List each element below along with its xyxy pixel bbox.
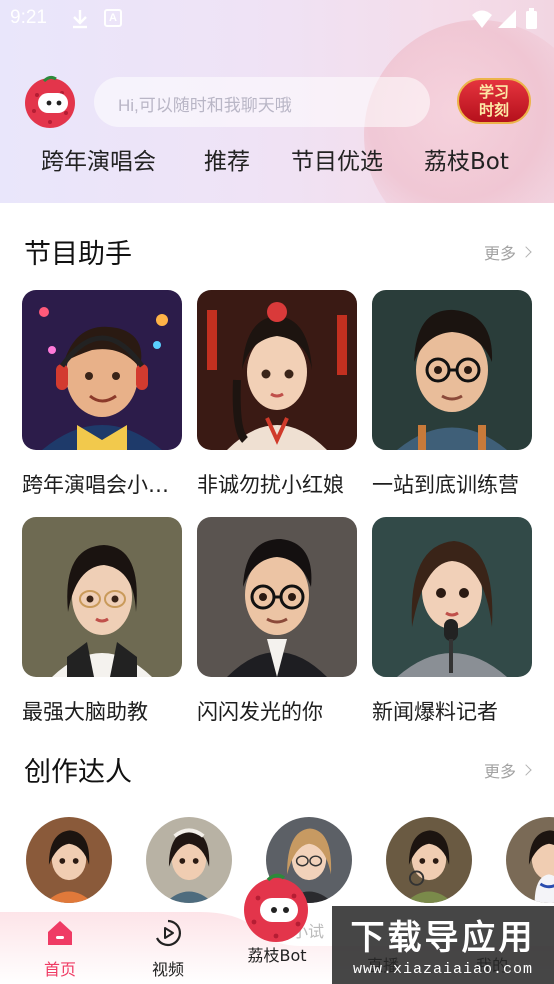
video-play-icon [156, 919, 181, 947]
tab-recommend[interactable]: 推荐 [204, 142, 250, 176]
status-bar: 9:21 A [0, 0, 554, 40]
card-label: 跨年演唱会小助手 [22, 473, 182, 497]
chevron-right-icon [520, 764, 532, 776]
status-time: 9:21 [10, 7, 47, 28]
assistant-card[interactable]: 非诚勿扰小红娘 [197, 290, 357, 499]
study-time-badge[interactable]: 学习 时刻 [457, 78, 531, 124]
creator-avatar[interactable] [144, 815, 234, 905]
more-creators[interactable]: 更多 [483, 758, 532, 782]
a-badge-icon: A [104, 9, 122, 27]
avatar-image [197, 290, 357, 450]
watermark-url: www.xiazaiaiao.com [352, 961, 534, 978]
nav-label: 首页 [43, 960, 76, 979]
search-placeholder: Hi,可以随时和我聊天哦 [118, 96, 292, 115]
avatar-image [22, 517, 182, 677]
lychee-bot-fab-icon[interactable] [238, 870, 314, 946]
signal-icon [498, 10, 516, 28]
card-label: 非诚勿扰小红娘 [197, 473, 344, 497]
chevron-right-icon [520, 246, 532, 258]
watermark-title: 下载导应用 [350, 918, 536, 958]
more-label: 更多 [483, 762, 516, 781]
assistant-card[interactable]: 新闻爆料记者 [372, 517, 532, 726]
nav-label: 视频 [151, 960, 184, 979]
badge-line1: 学习 [478, 83, 509, 101]
avatar-image [22, 290, 182, 450]
creator-avatar[interactable] [504, 815, 554, 905]
more-label: 更多 [483, 244, 516, 263]
avatar-image [197, 517, 357, 677]
download-icon [73, 10, 87, 29]
card-label: 一站到底训练营 [372, 473, 519, 497]
section-title-program-assistant: 节目助手 [24, 239, 132, 270]
tab-program-picks[interactable]: 节目优选 [291, 142, 383, 176]
lychee-logo-icon[interactable] [22, 73, 78, 129]
home-icon [48, 921, 72, 945]
more-program-assistant[interactable]: 更多 [483, 240, 532, 264]
nav-video[interactable]: 视频 [128, 918, 208, 980]
card-label: 新闻爆料记者 [372, 700, 498, 724]
chat-search-input[interactable]: Hi,可以随时和我聊天哦 [94, 77, 430, 127]
wifi-icon [472, 10, 492, 28]
section-title-creators: 创作达人 [24, 757, 132, 788]
avatar-image [372, 290, 532, 450]
creator-avatar[interactable] [24, 815, 114, 905]
assistant-card[interactable]: 跨年演唱会小助手 [22, 290, 182, 499]
assistant-card[interactable]: 最强大脑助教 [22, 517, 182, 726]
battery-icon [526, 8, 537, 29]
card-label: 最强大脑助教 [22, 700, 148, 724]
badge-line2: 时刻 [478, 101, 509, 119]
nav-home[interactable]: 首页 [20, 918, 100, 980]
system-status-icons [472, 8, 537, 29]
tab-new-year-concert[interactable]: 跨年演唱会 [41, 142, 156, 176]
tab-lizhi-bot[interactable]: 荔枝Bot [424, 142, 509, 176]
avatar-image [372, 517, 532, 677]
assistant-card[interactable]: 一站到底训练营 [372, 290, 532, 499]
top-tabs: 跨年演唱会 推荐 节目优选 荔枝Bot [0, 142, 554, 186]
creator-avatar[interactable] [384, 815, 474, 905]
card-label: 闪闪发光的你 [197, 700, 323, 724]
watermark: 下载导应用 www.xiazaiaiao.com [332, 906, 554, 984]
assistant-card[interactable]: 闪闪发光的你 [197, 517, 357, 726]
